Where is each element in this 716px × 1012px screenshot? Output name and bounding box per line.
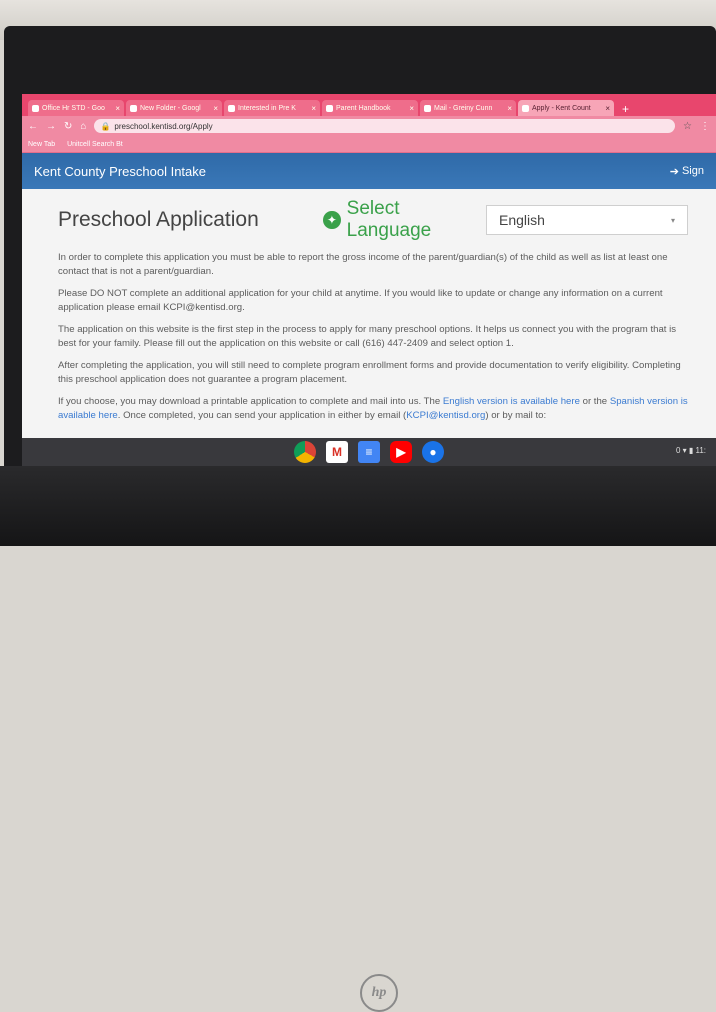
address-bar[interactable]: 🔒 preschool.kentisd.org/Apply (94, 119, 676, 133)
tab-parent-handbook[interactable]: Parent Handbook × (322, 100, 418, 116)
bookmark-search[interactable]: Unitcell Search Bt (67, 141, 123, 148)
language-select[interactable]: English ▾ (486, 205, 688, 235)
tab-favicon-icon (228, 104, 235, 112)
menu-icon[interactable]: ⋮ (700, 121, 710, 132)
files-icon[interactable]: ● (422, 441, 444, 463)
tab-favicon-icon (424, 104, 431, 112)
paragraph-website: The application on this website is the f… (58, 324, 677, 349)
close-icon[interactable]: × (311, 104, 316, 113)
paragraph-after: After completing the application, you wi… (58, 360, 681, 385)
close-icon[interactable]: × (213, 104, 218, 113)
app-title[interactable]: Kent County Preschool Intake (34, 164, 206, 179)
close-icon[interactable]: × (409, 104, 414, 113)
paragraph-download: If you choose, you may download a printa… (58, 396, 688, 421)
tab-apply-kent-county[interactable]: Apply - Kent Count × (518, 100, 614, 116)
tab-office-hr[interactable]: Office Hr STD - Goo × (28, 100, 124, 116)
tab-favicon-icon (32, 104, 39, 112)
chevron-down-icon: ▾ (670, 215, 675, 225)
youtube-icon[interactable]: ▶ (390, 441, 412, 463)
bookmark-new-tab[interactable]: New Tab (28, 141, 55, 148)
docs-icon[interactable]: ≡ (358, 441, 380, 463)
reload-icon[interactable]: ↻ (64, 121, 72, 132)
close-icon[interactable]: × (507, 104, 512, 113)
home-icon[interactable]: ⌂ (80, 121, 86, 132)
app-header: Kent County Preschool Intake ➔ Sign (22, 153, 716, 189)
english-version-link[interactable]: English version is available here (443, 396, 580, 407)
title-row: Preschool Application ✦ Select Language … (58, 189, 688, 251)
tab-favicon-icon (130, 104, 137, 112)
email-link[interactable]: KCPI@kentisd.org (406, 410, 485, 421)
lock-icon: 🔒 (100, 121, 111, 131)
close-icon[interactable]: × (605, 104, 610, 113)
bookmarks-bar: New Tab Unitcell Search Bt (22, 136, 716, 153)
paragraph-do-not: Please DO NOT complete an additional app… (58, 288, 663, 313)
laptop-screen: Office Hr STD - Goo × New Folder - Googl ×… (22, 94, 716, 466)
forward-icon[interactable]: → (46, 121, 56, 132)
browser-tab-bar: Office Hr STD - Goo × New Folder - Googl ×… (22, 94, 716, 116)
laptop-keyboard: hp (0, 466, 716, 1012)
paragraph-income: In order to complete this application yo… (58, 252, 668, 277)
globe-icon: ✦ (323, 211, 341, 229)
chromeos-shelf: M ≡ ▶ ● 0 ▾ ▮ 11: (22, 438, 716, 466)
back-icon[interactable]: ← (28, 121, 38, 132)
tab-interested-pre-k[interactable]: Interested in Pre K × (224, 100, 320, 116)
system-tray[interactable]: 0 ▾ ▮ 11: (676, 446, 706, 455)
tab-favicon-icon (522, 104, 529, 112)
tab-mail[interactable]: Mail - Greiny Cunn × (420, 100, 516, 116)
sign-in-link[interactable]: ➔ Sign (670, 165, 704, 178)
page-title: Preschool Application (58, 208, 259, 231)
tab-favicon-icon (326, 104, 333, 112)
tab-new-folder[interactable]: New Folder - Googl × (126, 100, 222, 116)
url-text: preschool.kentisd.org/Apply (114, 121, 213, 131)
main-content: Preschool Application ✦ Select Language … (22, 189, 716, 423)
select-language-label: ✦ Select Language (323, 198, 486, 242)
hp-logo: hp (360, 974, 398, 1012)
chrome-icon[interactable] (294, 441, 316, 463)
new-tab-button[interactable]: + (616, 102, 635, 116)
bookmark-star-icon[interactable]: ☆ (683, 121, 692, 132)
sign-in-icon: ➔ (669, 165, 679, 178)
gmail-icon[interactable]: M (326, 441, 348, 463)
close-icon[interactable]: × (115, 104, 120, 113)
browser-toolbar: ← → ↻ ⌂ 🔒 preschool.kentisd.org/Apply ☆ … (22, 116, 716, 136)
